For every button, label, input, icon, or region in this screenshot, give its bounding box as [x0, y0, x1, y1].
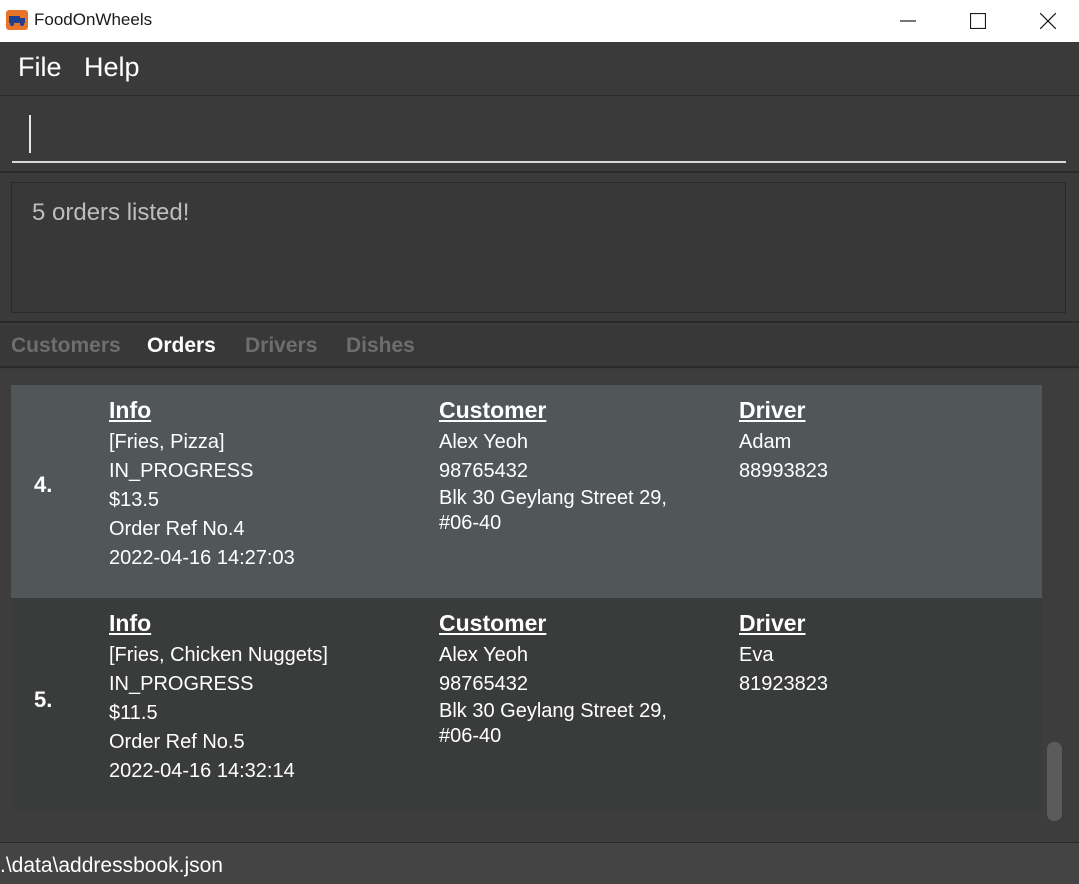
order-dishes: [Fries, Chicken Nuggets]	[109, 644, 328, 666]
order-status: IN_PROGRESS	[109, 673, 254, 695]
order-dishes: [Fries, Pizza]	[109, 431, 225, 453]
customer-address-line-1: Blk 30 Geylang Street 29,	[439, 700, 667, 722]
maximize-icon	[970, 13, 986, 29]
driver-name: Adam	[739, 431, 792, 453]
order-ref: Order Ref No.4	[109, 518, 245, 540]
command-input[interactable]	[12, 103, 1066, 163]
order-index: 5.	[34, 687, 53, 712]
title-bar: FoodOnWheels	[0, 0, 1079, 42]
order-list: 4. Info [Fries, Pizza] IN_PROGRESS $13.5…	[0, 370, 1079, 842]
save-location-path: .\data\addressbook.json	[0, 854, 223, 877]
minimize-icon	[900, 20, 916, 22]
customer-phone: 98765432	[439, 673, 528, 695]
window-title: FoodOnWheels	[34, 10, 153, 29]
driver-header: Driver	[739, 397, 806, 423]
order-customer-column: Customer Alex Yeoh 98765432 Blk 30 Geyla…	[439, 395, 667, 536]
command-box	[0, 97, 1079, 173]
tab-bar: Customers Orders Drivers Dishes	[0, 325, 1079, 368]
customer-address-line-2: #06-40	[439, 725, 502, 747]
result-box: 5 orders listed!	[11, 182, 1066, 313]
tab-customers[interactable]: Customers	[11, 334, 121, 358]
driver-header: Driver	[739, 610, 806, 636]
customer-address-line-2: #06-40	[439, 512, 502, 534]
customer-header: Customer	[439, 610, 547, 636]
order-info-column: Info [Fries, Chicken Nuggets] IN_PROGRES…	[109, 608, 328, 786]
close-button[interactable]	[1013, 0, 1079, 42]
customer-name: Alex Yeoh	[439, 431, 528, 453]
maximize-button[interactable]	[943, 0, 1013, 42]
tab-drivers[interactable]: Drivers	[245, 334, 317, 358]
order-status: IN_PROGRESS	[109, 460, 254, 482]
customer-name: Alex Yeoh	[439, 644, 528, 666]
info-header: Info	[109, 397, 152, 423]
order-card[interactable]: 5. Info [Fries, Chicken Nuggets] IN_PROG…	[11, 598, 1042, 811]
tab-orders[interactable]: Orders	[147, 334, 216, 358]
status-bar: .\data\addressbook.json	[0, 842, 1079, 884]
driver-phone: 88993823	[739, 460, 828, 482]
truck-icon	[6, 10, 28, 30]
scrollbar-thumb[interactable]	[1047, 742, 1062, 821]
menu-help[interactable]: Help	[84, 52, 140, 83]
minimize-button[interactable]	[873, 0, 943, 42]
customer-address-line-1: Blk 30 Geylang Street 29,	[439, 487, 667, 509]
order-customer-column: Customer Alex Yeoh 98765432 Blk 30 Geyla…	[439, 608, 667, 749]
order-info-column: Info [Fries, Pizza] IN_PROGRESS $13.5 Or…	[109, 395, 295, 573]
vertical-scrollbar[interactable]	[1042, 370, 1067, 842]
menu-bar: File Help	[0, 42, 1079, 96]
tab-dishes[interactable]: Dishes	[346, 334, 415, 358]
driver-name: Eva	[739, 644, 774, 666]
text-caret	[29, 115, 31, 153]
order-price: $11.5	[109, 702, 158, 724]
result-display: 5 orders listed!	[0, 175, 1079, 323]
customer-header: Customer	[439, 397, 547, 423]
customer-phone: 98765432	[439, 460, 528, 482]
close-icon	[1040, 13, 1056, 29]
order-card[interactable]: 4. Info [Fries, Pizza] IN_PROGRESS $13.5…	[11, 385, 1042, 598]
order-driver-column: Driver Adam 88993823	[739, 395, 828, 486]
order-ref: Order Ref No.5	[109, 731, 245, 753]
order-price: $13.5	[109, 489, 160, 511]
driver-phone: 81923823	[739, 673, 828, 695]
order-datetime: 2022-04-16 14:32:14	[109, 760, 295, 782]
info-header: Info	[109, 610, 152, 636]
order-driver-column: Driver Eva 81923823	[739, 608, 828, 699]
order-index: 4.	[34, 472, 53, 497]
order-datetime: 2022-04-16 14:27:03	[109, 547, 295, 569]
menu-file[interactable]: File	[18, 52, 62, 83]
result-message: 5 orders listed!	[32, 199, 190, 226]
